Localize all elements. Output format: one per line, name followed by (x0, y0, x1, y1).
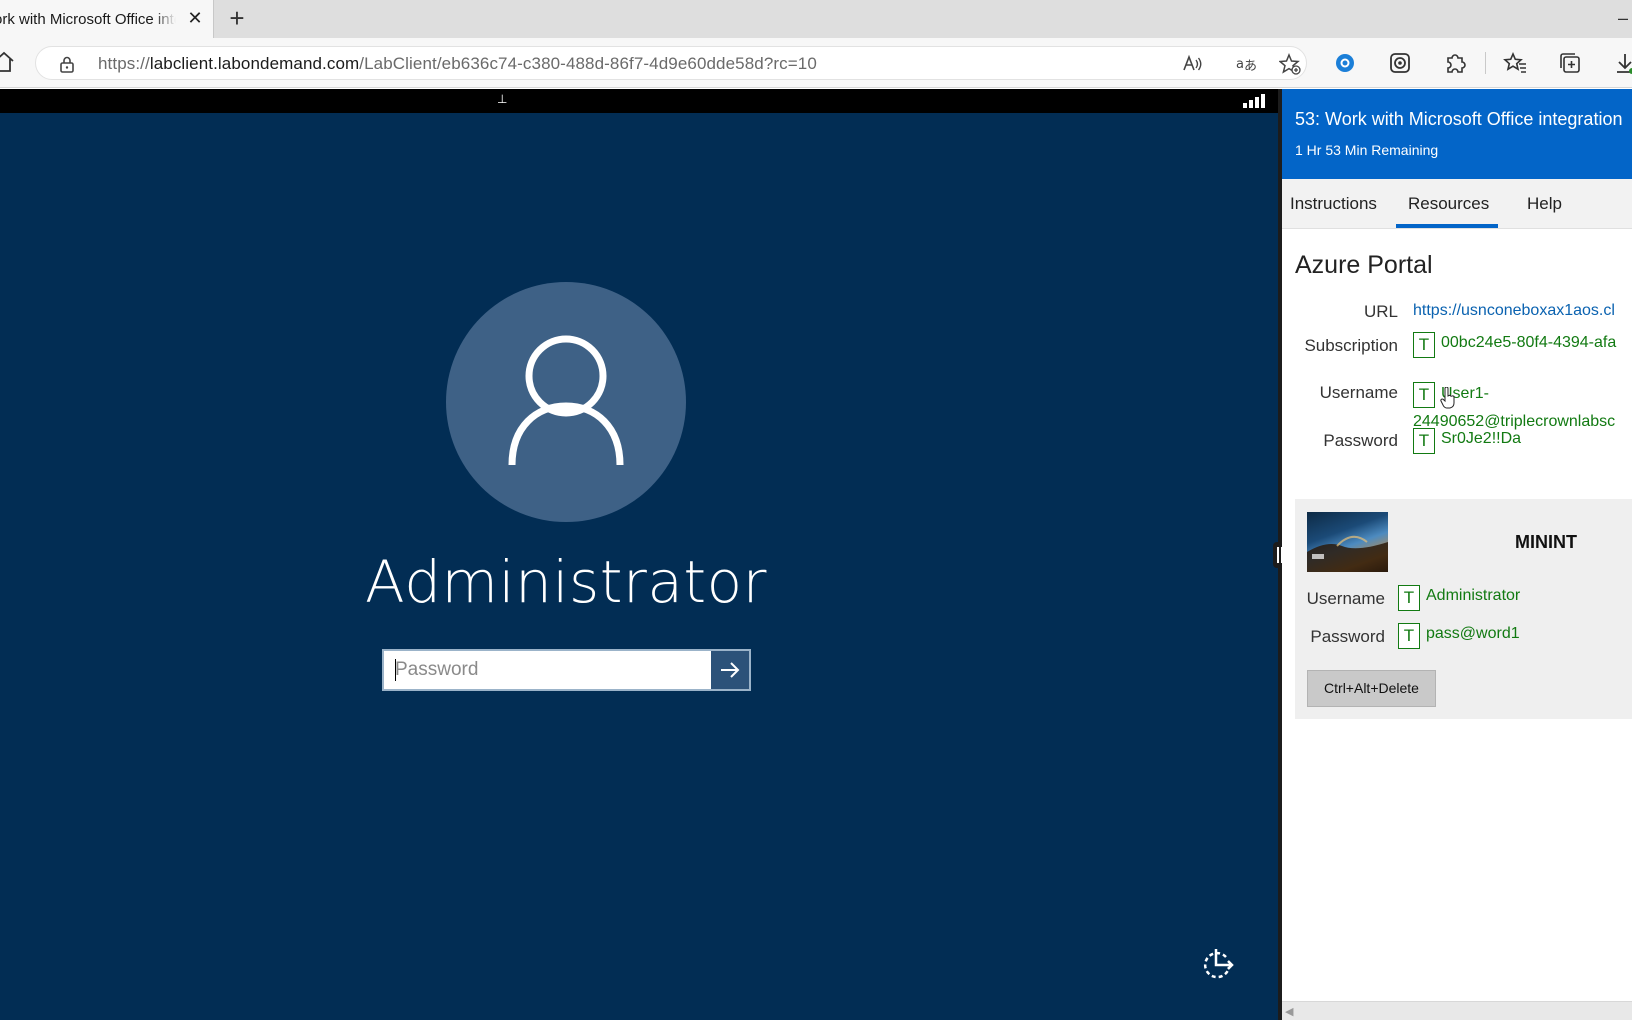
type-text-button[interactable]: T (1413, 428, 1435, 454)
section-title: Azure Portal (1295, 251, 1433, 279)
mouse-hand-cursor-icon (1440, 387, 1455, 409)
address-bar[interactable]: https://labclient.labondemand.com/LabCli… (35, 46, 1307, 80)
extensions-icon[interactable] (1442, 50, 1468, 76)
type-text-button[interactable]: T (1413, 382, 1435, 408)
home-icon[interactable] (0, 50, 16, 74)
scroll-left-icon[interactable]: ◀ (1285, 1005, 1293, 1018)
user-silhouette-icon (508, 335, 624, 466)
username-label: Username (1319, 383, 1398, 402)
azure-url-link[interactable]: https://usnconeboxax1aos.cl (1413, 302, 1615, 320)
url-prefix: https:// (98, 54, 150, 73)
browser-toolbar: https://labclient.labondemand.com/LabCli… (0, 38, 1632, 88)
panel-tabs: Instructions Resources Help (1282, 179, 1632, 229)
lab-header: 53: Work with Microsoft Office integrati… (1282, 89, 1632, 179)
vm-username-value[interactable]: Administrator (1426, 587, 1520, 605)
url-text: https://labclient.labondemand.com/LabCli… (98, 54, 817, 74)
pin-icon[interactable]: ⊥ (497, 92, 507, 106)
collections-icon[interactable] (1557, 50, 1583, 76)
downloads-icon[interactable] (1612, 50, 1632, 76)
ease-of-access-icon[interactable] (1196, 943, 1238, 985)
text-caret (395, 659, 396, 681)
active-tab-indicator (1396, 224, 1498, 228)
password-field-container (382, 649, 751, 691)
vm-connection-bar: ⊥ (0, 89, 1278, 113)
type-text-button[interactable]: T (1398, 585, 1420, 611)
browser-tab-strip: ork with Microsoft Office integration ✕ … (0, 0, 1632, 38)
url-host: labclient.labondemand.com (149, 54, 360, 73)
vm-name: MININT (1515, 532, 1577, 552)
password-input[interactable] (384, 651, 711, 689)
windows-lock-screen: Administrator (0, 113, 1278, 1020)
add-favorite-icon[interactable] (1278, 53, 1301, 75)
username-value-line2[interactable]: 24490652@triplecrownlabsc (1413, 413, 1615, 431)
subscription-label: Subscription (1304, 336, 1398, 355)
read-aloud-icon[interactable] (1181, 53, 1203, 75)
password-value[interactable]: Sr0Je2!!Da (1441, 430, 1521, 448)
lab-side-panel: 53: Work with Microsoft Office integrati… (1282, 89, 1632, 1020)
arrow-right-icon (721, 662, 740, 678)
time-remaining: 1 Hr 53 Min Remaining (1295, 142, 1439, 158)
collections-web-capture-icon[interactable] (1387, 50, 1413, 76)
tab-title: ork with Microsoft Office integration (0, 11, 176, 28)
vm-password-value[interactable]: pass@word1 (1426, 625, 1520, 643)
favorites-icon[interactable] (1502, 50, 1528, 76)
translate-icon[interactable]: aあ (1235, 53, 1257, 75)
tab-close-icon[interactable]: ✕ (184, 7, 206, 29)
ctrl-alt-delete-button[interactable]: Ctrl+Alt+Delete (1307, 670, 1436, 707)
browser-tab[interactable]: ork with Microsoft Office integration ✕ (0, 0, 214, 38)
horizontal-scrollbar[interactable]: ◀ (1282, 1001, 1632, 1020)
vm-username-label: Username (1306, 589, 1385, 608)
tab-resources[interactable]: Resources (1408, 194, 1489, 214)
window-minimize-button[interactable]: – (1618, 8, 1628, 29)
lab-title: 53: Work with Microsoft Office integrati… (1295, 109, 1623, 129)
type-text-button[interactable]: T (1398, 623, 1420, 649)
connection-signal-icon (1243, 94, 1265, 108)
vm-password-label: Password (1310, 627, 1385, 646)
lock-screen-user-name: Administrator (365, 548, 767, 616)
new-tab-button[interactable]: + (224, 5, 250, 31)
subscription-value[interactable]: 00bc24e5-80f4-4394-afa (1441, 334, 1616, 352)
svg-text:あ: あ (1244, 59, 1257, 74)
vm-thumbnail[interactable] (1307, 512, 1388, 572)
toolbar-separator (1485, 52, 1486, 74)
type-text-button[interactable]: T (1413, 332, 1435, 358)
tab-instructions[interactable]: Instructions (1290, 194, 1377, 214)
svg-text:a: a (1236, 57, 1244, 72)
lock-icon[interactable] (58, 55, 76, 73)
url-label: URL (1363, 302, 1398, 321)
password-label: Password (1323, 431, 1398, 450)
tab-help[interactable]: Help (1527, 194, 1562, 214)
copilot-icon[interactable] (1332, 50, 1358, 76)
vm-card: MININT Username T Administrator Password… (1295, 499, 1632, 719)
url-path: /LabClient/eb636c74-c380-488d-86f7-4d9e6… (359, 54, 817, 73)
user-avatar (446, 282, 686, 522)
sign-in-submit-button[interactable] (711, 651, 749, 689)
vm-preview-image (1307, 535, 1388, 572)
